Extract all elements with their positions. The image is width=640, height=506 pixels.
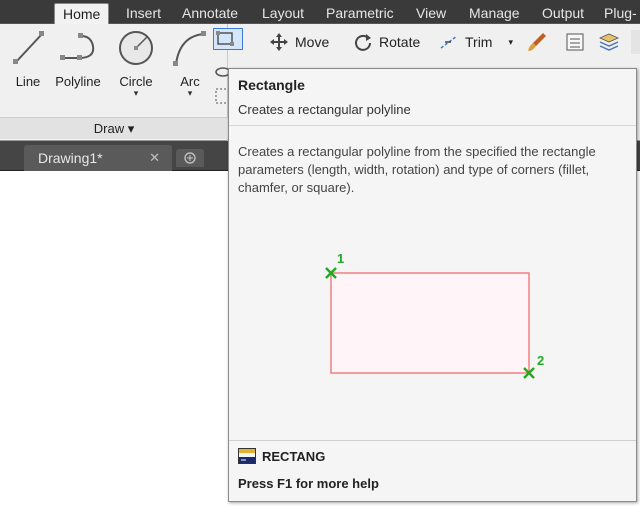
close-icon[interactable]: ✕: [149, 145, 160, 171]
polyline-tool-button[interactable]: Polyline: [50, 28, 106, 118]
layer-stack-icon: [599, 33, 619, 51]
line-icon: [13, 31, 44, 64]
tooltip-subtitle: Creates a rectangular polyline: [238, 102, 411, 117]
chevron-down-icon: ▾: [127, 121, 135, 136]
trim-icon: [440, 35, 458, 49]
paintbrush-icon: [528, 33, 546, 51]
tab-annotate[interactable]: Annotate: [182, 3, 238, 24]
polyline-tool-label: Polyline: [55, 74, 101, 89]
arc-icon: [173, 31, 206, 66]
layers-icon: [566, 33, 584, 51]
illustration-rectangle: [330, 272, 530, 374]
document-tab-label: Drawing1*: [38, 150, 103, 166]
rectangle-tooltip: Rectangle Creates a rectangular polyline…: [228, 68, 637, 502]
command-name: RECTANG: [262, 448, 326, 464]
tooltip-divider: [229, 125, 636, 126]
tab-parametric[interactable]: Parametric: [326, 3, 394, 24]
layer-properties-button[interactable]: [563, 30, 587, 54]
ribbon-overflow: [631, 30, 640, 54]
line-tool-label: Line: [15, 74, 41, 89]
match-properties-button[interactable]: [525, 30, 549, 54]
circle-icon: [119, 31, 153, 65]
move-label: Move: [295, 34, 330, 50]
corner-1-label: 1: [337, 251, 344, 266]
circle-tool-label: Circle: [119, 74, 153, 89]
move-button[interactable]: Move: [269, 32, 329, 52]
tooltip-title: Rectangle: [238, 77, 305, 93]
tab-output[interactable]: Output: [542, 3, 584, 24]
new-drawing-tab-button[interactable]: [176, 149, 204, 167]
polyline-icon: [60, 33, 95, 60]
ribbon-tab-bar: Home Insert Annotate Layout Parametric V…: [0, 0, 640, 24]
arc-dropdown-icon[interactable]: ▾: [162, 89, 218, 98]
draw-panel-footer[interactable]: Draw ▾: [0, 117, 228, 139]
plus-icon: [184, 152, 196, 164]
draw-panel-title: Draw: [93, 121, 125, 136]
arc-tool-label: Arc: [180, 74, 200, 89]
tab-home[interactable]: Home: [54, 3, 110, 24]
corner-2-label: 2: [537, 353, 544, 368]
circle-tool-button[interactable]: Circle ▾: [108, 28, 164, 118]
tab-manage[interactable]: Manage: [469, 3, 520, 24]
tab-insert[interactable]: Insert: [126, 3, 161, 24]
layer-states-button[interactable]: [597, 30, 621, 54]
rotate-button[interactable]: Rotate: [353, 32, 420, 52]
tooltip-help-hint: Press F1 for more help: [238, 476, 379, 491]
draw-panel: Line Polyline Circle ▾ Arc ▾ Draw ▾: [0, 24, 243, 141]
tab-layout[interactable]: Layout: [262, 3, 304, 24]
move-icon: [270, 33, 288, 51]
tab-view[interactable]: View: [416, 3, 446, 24]
rotate-label: Rotate: [379, 34, 421, 50]
line-tool-button[interactable]: Line: [0, 28, 56, 118]
tab-drawing1[interactable]: Drawing1* ✕: [24, 145, 172, 171]
tooltip-footer-divider: [229, 440, 636, 441]
trim-dropdown-icon[interactable]: ▾: [508, 37, 513, 48]
trim-label: Trim: [465, 34, 493, 50]
rectangle-illustration: 1 2: [325, 251, 544, 379]
tooltip-description: Creates a rectangular polyline from the …: [238, 144, 596, 195]
drawing-canvas[interactable]: [0, 171, 228, 506]
tooltip-command: RECTANG: [238, 448, 325, 464]
arc-tool-button[interactable]: Arc ▾: [162, 28, 218, 118]
rotate-icon: [355, 34, 371, 51]
trim-button[interactable]: Trim ▾: [439, 32, 513, 52]
command-line-icon: [238, 448, 256, 464]
circle-dropdown-icon[interactable]: ▾: [108, 89, 164, 98]
tab-plugins[interactable]: Plug-: [604, 3, 637, 24]
